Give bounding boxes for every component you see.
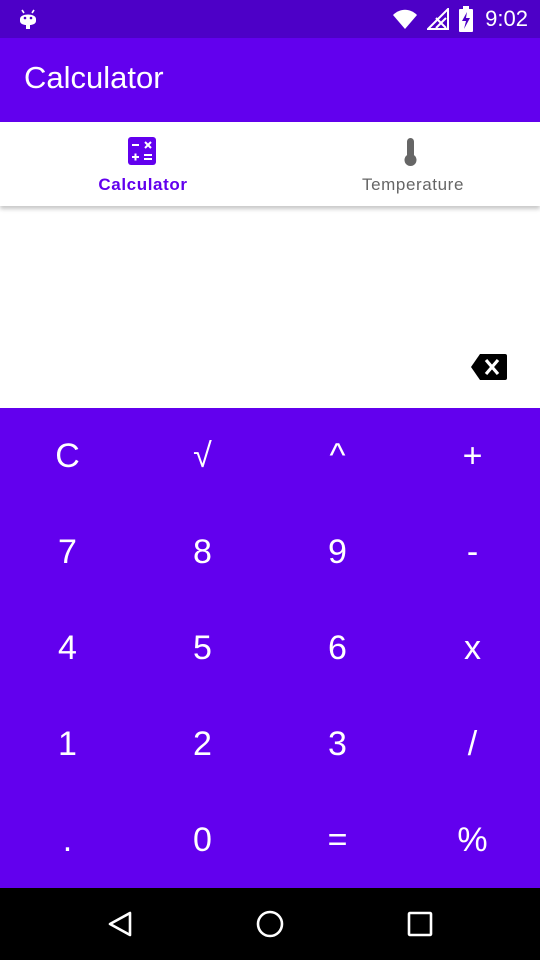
- key-0[interactable]: 0: [135, 792, 270, 888]
- key-sqrt[interactable]: √: [135, 408, 270, 504]
- tab-temperature[interactable]: Temperature: [286, 122, 540, 206]
- key-decimal[interactable]: .: [0, 792, 135, 888]
- key-equals[interactable]: =: [270, 792, 405, 888]
- app-title: Calculator: [24, 60, 164, 95]
- key-divide[interactable]: /: [405, 696, 540, 792]
- wifi-icon: [392, 8, 418, 30]
- android-debug-icon: [16, 7, 40, 31]
- calculator-display: [0, 206, 540, 408]
- status-time: 9:02: [485, 6, 528, 31]
- calculator-screen: 9:02 Calculator Calculator Temperature C…: [0, 0, 540, 960]
- tab-calculator-label: Calculator: [98, 175, 188, 194]
- tab-temperature-label: Temperature: [361, 175, 465, 194]
- thermometer-icon: [394, 136, 426, 168]
- backspace-icon[interactable]: [470, 353, 508, 381]
- key-percent[interactable]: %: [405, 792, 540, 888]
- key-1[interactable]: 1: [0, 696, 135, 792]
- recents-icon[interactable]: [402, 906, 438, 942]
- tab-bar: Calculator Temperature: [0, 122, 540, 206]
- key-8[interactable]: 8: [135, 504, 270, 600]
- navigation-bar: [0, 888, 540, 960]
- key-multiply[interactable]: x: [405, 600, 540, 696]
- status-bar: 9:02: [0, 0, 540, 38]
- status-icons: 9:02: [392, 0, 528, 38]
- key-5[interactable]: 5: [135, 600, 270, 696]
- app-bar: Calculator: [0, 38, 540, 122]
- keypad: C √ ^ + 7 8 9 - 4 5 6 x 1 2 3 / . 0 = %: [0, 408, 540, 888]
- key-7[interactable]: 7: [0, 504, 135, 600]
- battery-charging-icon: [458, 6, 474, 32]
- calculator-icon: [127, 136, 159, 168]
- key-3[interactable]: 3: [270, 696, 405, 792]
- key-subtract[interactable]: -: [405, 504, 540, 600]
- back-icon[interactable]: [102, 906, 138, 942]
- home-icon[interactable]: [252, 906, 288, 942]
- key-add[interactable]: +: [405, 408, 540, 504]
- key-4[interactable]: 4: [0, 600, 135, 696]
- key-6[interactable]: 6: [270, 600, 405, 696]
- tab-calculator[interactable]: Calculator: [0, 122, 286, 206]
- key-2[interactable]: 2: [135, 696, 270, 792]
- key-power[interactable]: ^: [270, 408, 405, 504]
- key-clear[interactable]: C: [0, 408, 135, 504]
- key-9[interactable]: 9: [270, 504, 405, 600]
- no-signal-icon: [427, 8, 450, 30]
